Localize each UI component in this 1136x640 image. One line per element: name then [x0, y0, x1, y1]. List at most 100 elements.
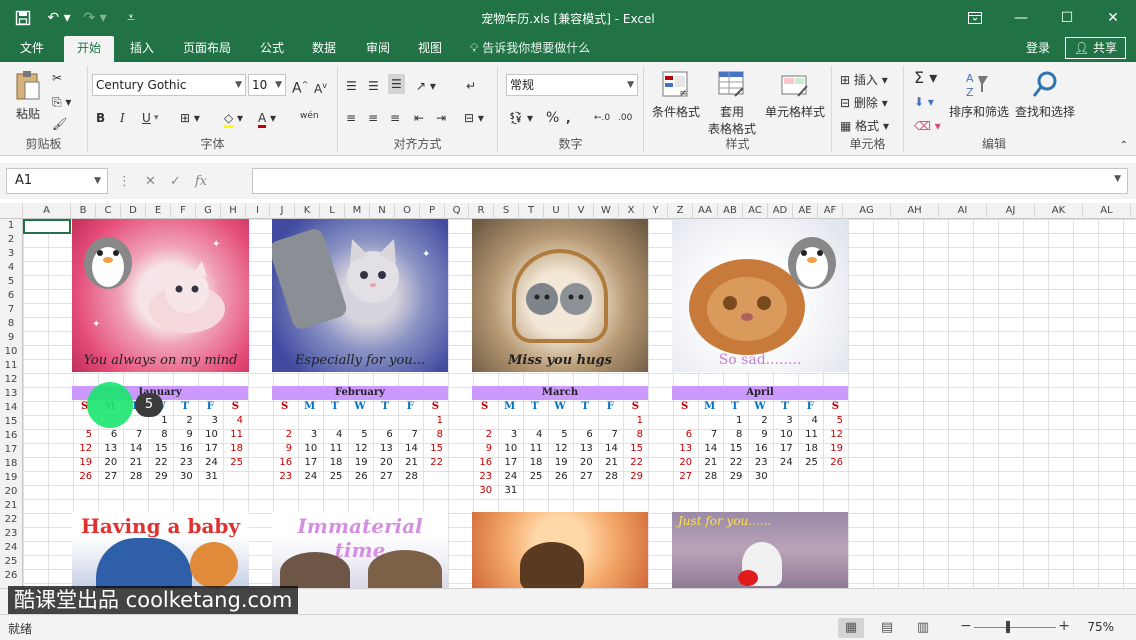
- tab-page-layout[interactable]: 页面布局: [172, 36, 242, 62]
- calendar-day[interactable]: 20: [373, 456, 398, 470]
- calendar-day[interactable]: 22: [623, 456, 648, 470]
- zoom-in-icon[interactable]: +: [1058, 618, 1070, 634]
- calendar-day[interactable]: 5: [72, 428, 97, 442]
- row-header-19[interactable]: 19: [0, 471, 22, 485]
- calendar-day[interactable]: 4: [798, 414, 823, 428]
- calendar-day[interactable]: 13: [573, 442, 598, 456]
- number-format-select[interactable]: 常规 ▼: [506, 74, 638, 96]
- calendar-day[interactable]: 2: [173, 414, 198, 428]
- calendar-day[interactable]: 16: [472, 456, 497, 470]
- column-header-ac[interactable]: AC: [743, 203, 768, 219]
- calendar-day[interactable]: [198, 484, 223, 498]
- calendar-day[interactable]: 29: [623, 470, 648, 484]
- calendar-day[interactable]: 25: [522, 470, 547, 484]
- underline-button[interactable]: U: [142, 108, 151, 128]
- calendar-day[interactable]: 6: [373, 428, 398, 442]
- calendar-day[interactable]: 23: [747, 456, 772, 470]
- calendar-day[interactable]: 1: [722, 414, 747, 428]
- calendar-day[interactable]: [423, 470, 448, 484]
- calendar-day[interactable]: 26: [547, 470, 572, 484]
- calendar-day[interactable]: 17: [497, 456, 522, 470]
- column-header-q[interactable]: Q: [445, 203, 469, 219]
- merge-center-icon[interactable]: ⊟ ▾: [464, 108, 484, 128]
- delete-cells-button[interactable]: ⊟ 删除 ▾: [840, 93, 888, 113]
- calendar-day[interactable]: [97, 484, 122, 498]
- font-color-icon[interactable]: A ▾: [258, 108, 276, 128]
- calendar-day[interactable]: 22: [147, 456, 172, 470]
- italic-button[interactable]: I: [120, 108, 125, 128]
- calendar-day[interactable]: 8: [147, 428, 172, 442]
- column-header-ai[interactable]: AI: [939, 203, 987, 219]
- calendar-day[interactable]: [398, 484, 423, 498]
- active-cell-a1[interactable]: [23, 219, 71, 234]
- calendar-day[interactable]: [672, 484, 697, 498]
- calendar-day[interactable]: 12: [72, 442, 97, 456]
- format-cells-button[interactable]: ▦ 格式 ▾: [840, 116, 889, 136]
- calendar-day[interactable]: [773, 484, 798, 498]
- calendar-day[interactable]: [823, 470, 848, 484]
- calendar-day[interactable]: 10: [773, 428, 798, 442]
- row-header-2[interactable]: 2: [0, 233, 22, 247]
- calendar-day[interactable]: [497, 414, 522, 428]
- column-header-j[interactable]: J: [270, 203, 295, 219]
- calendar-day[interactable]: 26: [72, 470, 97, 484]
- calendar-day[interactable]: [322, 414, 347, 428]
- calendar-day[interactable]: 16: [747, 442, 772, 456]
- calendar-day[interactable]: [373, 414, 398, 428]
- calendar-day[interactable]: 30: [472, 484, 497, 498]
- page-break-view-icon[interactable]: ▥: [910, 618, 936, 638]
- calendar-day[interactable]: 26: [347, 470, 372, 484]
- calendar-day[interactable]: [547, 414, 572, 428]
- calendar-day[interactable]: 19: [347, 456, 372, 470]
- cell-styles-button[interactable]: 单元格样式: [762, 70, 828, 120]
- calendar-day[interactable]: 18: [322, 456, 347, 470]
- calendar-day[interactable]: [522, 484, 547, 498]
- calendar-day[interactable]: 7: [122, 428, 147, 442]
- column-header-ae[interactable]: AE: [793, 203, 818, 219]
- calendar-day[interactable]: 29: [722, 470, 747, 484]
- row-header-17[interactable]: 17: [0, 443, 22, 457]
- decrease-indent-icon[interactable]: ⇤: [414, 108, 424, 128]
- row-header-9[interactable]: 9: [0, 331, 22, 345]
- calendar-day[interactable]: 11: [522, 442, 547, 456]
- calendar-day[interactable]: 19: [547, 456, 572, 470]
- row-header-18[interactable]: 18: [0, 457, 22, 471]
- calendar-day[interactable]: 11: [223, 428, 248, 442]
- calendar-day[interactable]: 21: [697, 456, 722, 470]
- calendar-day[interactable]: 21: [398, 456, 423, 470]
- normal-view-icon[interactable]: ▦: [838, 618, 864, 638]
- column-header-n[interactable]: N: [370, 203, 395, 219]
- tab-insert[interactable]: 插入: [122, 36, 162, 62]
- calendar-day[interactable]: 23: [472, 470, 497, 484]
- calendar-day[interactable]: 9: [272, 442, 297, 456]
- calendar-day[interactable]: 25: [798, 456, 823, 470]
- column-header-f[interactable]: F: [171, 203, 196, 219]
- calendar-day[interactable]: 15: [623, 442, 648, 456]
- calendar-day[interactable]: [147, 484, 172, 498]
- column-header-i[interactable]: I: [246, 203, 270, 219]
- tab-view[interactable]: 视图: [410, 36, 450, 62]
- formula-input[interactable]: ▼: [252, 168, 1128, 194]
- calendar-day[interactable]: 12: [547, 442, 572, 456]
- calendar-day[interactable]: 27: [573, 470, 598, 484]
- column-header-l[interactable]: L: [320, 203, 345, 219]
- percent-icon[interactable]: %: [546, 108, 559, 128]
- column-header-t[interactable]: T: [519, 203, 544, 219]
- calendar-day[interactable]: 2: [747, 414, 772, 428]
- font-name-select[interactable]: Century Gothic ▼: [92, 74, 246, 96]
- fill-color-icon[interactable]: ◇ ▾: [224, 108, 243, 128]
- zoom-slider[interactable]: − +: [960, 618, 1070, 634]
- row-header-14[interactable]: 14: [0, 401, 22, 415]
- calendar-day[interactable]: 8: [722, 428, 747, 442]
- calendar-day[interactable]: 3: [297, 428, 322, 442]
- border-icon[interactable]: ⊞ ▾: [180, 108, 200, 128]
- align-bottom-icon[interactable]: ☰: [388, 74, 405, 94]
- align-center-icon[interactable]: ≡: [368, 108, 378, 128]
- increase-font-icon[interactable]: A^: [292, 75, 308, 97]
- calendar-day[interactable]: [672, 414, 697, 428]
- calendar-day[interactable]: 9: [173, 428, 198, 442]
- calendar-day[interactable]: [823, 484, 848, 498]
- calendar-day[interactable]: 9: [747, 428, 772, 442]
- calendar-day[interactable]: 10: [497, 442, 522, 456]
- calendar-day[interactable]: 21: [598, 456, 623, 470]
